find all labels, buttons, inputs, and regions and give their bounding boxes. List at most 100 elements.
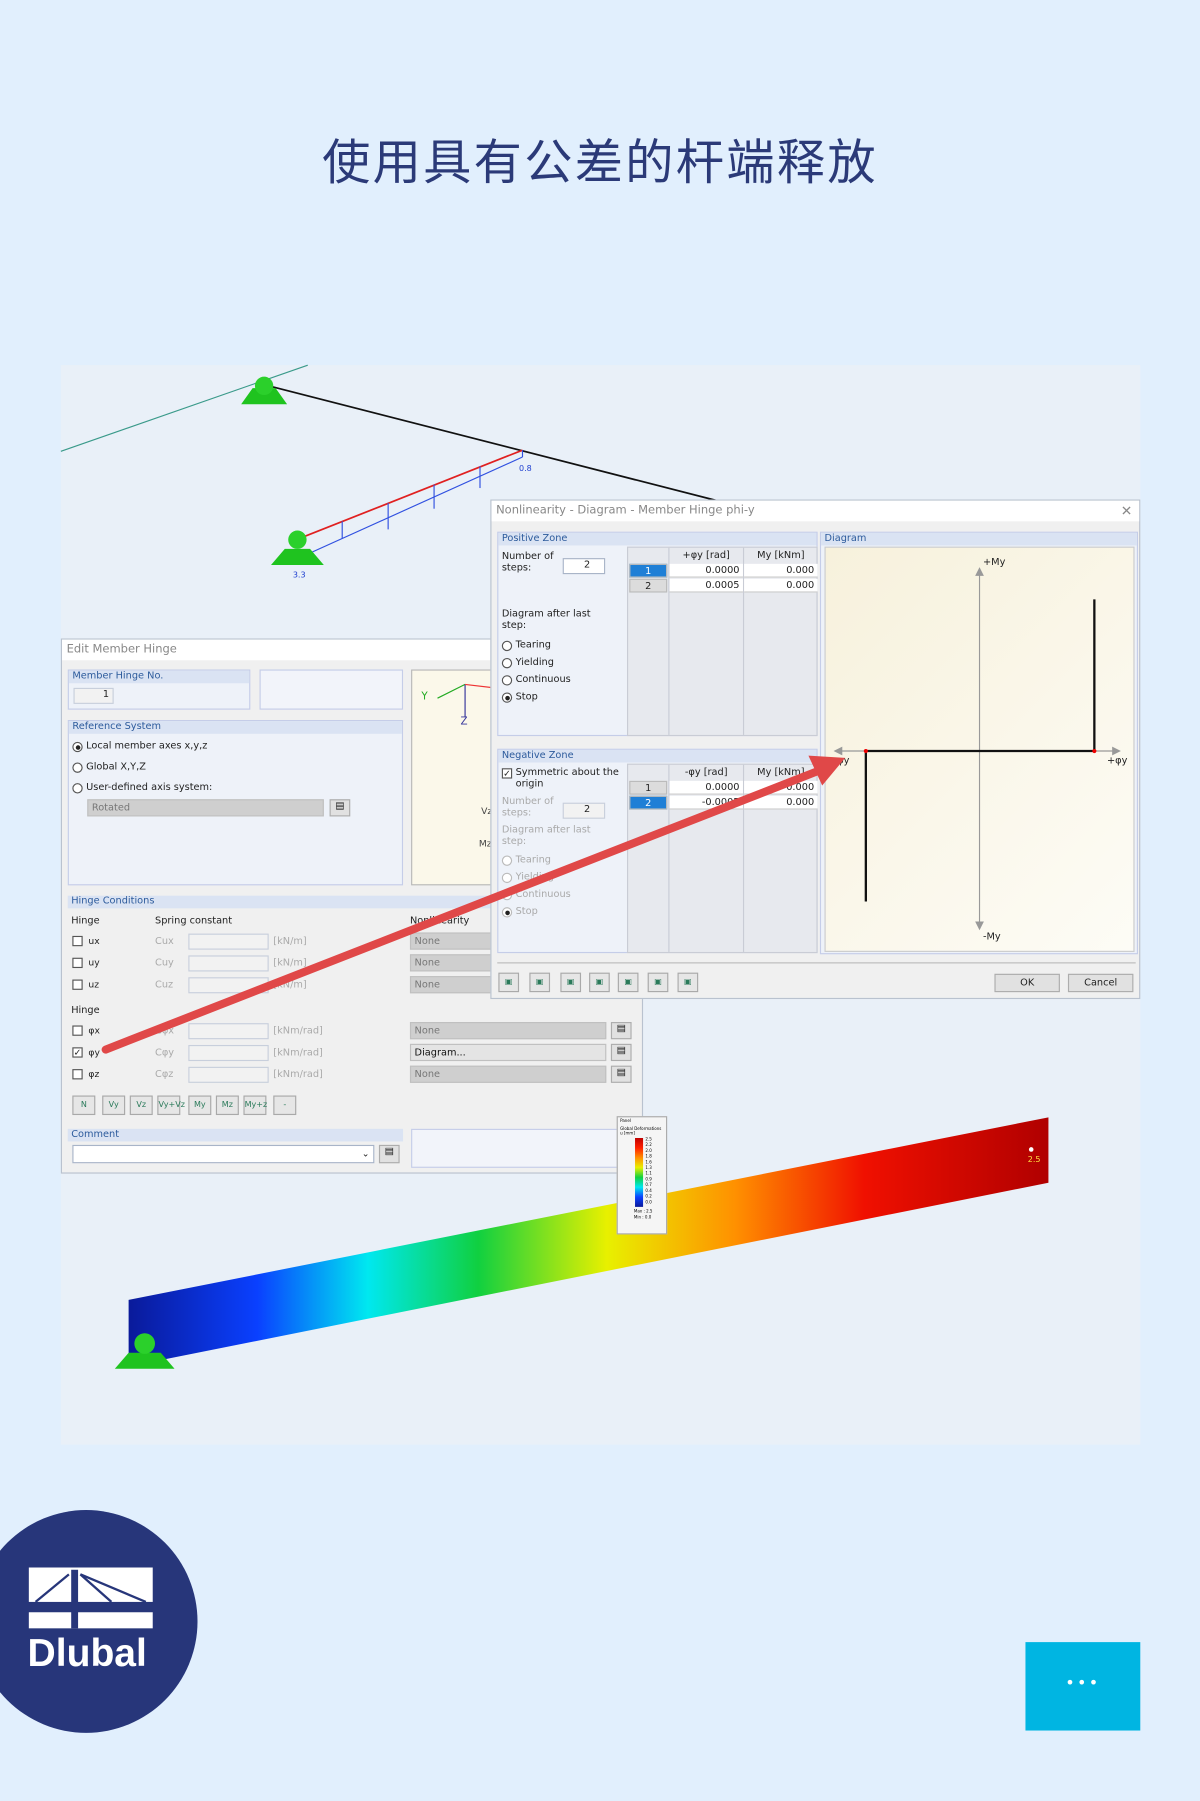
release-preset-button[interactable]: Vz xyxy=(129,1095,153,1116)
release-preset-button[interactable]: N xyxy=(72,1095,96,1116)
hinge-checkbox[interactable] xyxy=(72,957,83,969)
phi-cell[interactable]: 0.0000 xyxy=(669,563,743,578)
spring-constant-input[interactable] xyxy=(188,933,269,950)
group-header: Negative Zone xyxy=(498,749,817,763)
dof-label: φz xyxy=(88,1069,100,1080)
row-number[interactable]: 2 xyxy=(629,795,668,810)
save-button[interactable]: ▣ xyxy=(589,972,610,993)
comment-input[interactable] xyxy=(72,1144,375,1164)
release-preset-button[interactable]: Vy xyxy=(102,1095,126,1116)
spring-constant-input[interactable] xyxy=(188,1023,269,1040)
nonlinearity-dropdown[interactable]: None xyxy=(409,1022,607,1040)
radio-local-axes[interactable] xyxy=(72,741,83,753)
scale-value: 1.1 xyxy=(645,1171,652,1176)
release-preset-button[interactable]: Mz xyxy=(215,1095,239,1116)
release-preset-button[interactable]: Vy+Vz xyxy=(157,1095,185,1116)
edit-nonlinearity-button[interactable]: ▤ xyxy=(610,1043,632,1062)
column-label: Spring constant xyxy=(155,915,233,927)
group-header: Positive Zone xyxy=(498,532,817,546)
row-number[interactable]: 1 xyxy=(629,563,668,578)
unit-label: [kN/m] xyxy=(273,935,307,948)
row-number[interactable]: 1 xyxy=(629,780,668,795)
spring-constant-input[interactable] xyxy=(188,977,269,994)
moment-cell[interactable]: 0.000 xyxy=(744,780,818,795)
blank-panel xyxy=(411,1128,639,1168)
radio-continuous[interactable] xyxy=(501,675,513,686)
edit-nonlinearity-button[interactable]: ▤ xyxy=(610,1065,632,1083)
results-panel: Panel Global Deformations u [mm] 2.5 2.2 2… xyxy=(616,1116,668,1235)
import-excel-button[interactable]: ▣ xyxy=(647,972,669,993)
steps-spinner[interactable]: 2 xyxy=(562,558,606,575)
spring-constant-input[interactable] xyxy=(188,1044,269,1062)
nonlinearity-dropdown[interactable]: None xyxy=(409,1065,607,1083)
radio-label: Continuous xyxy=(515,674,571,686)
axis-label: +My xyxy=(982,556,1006,569)
positive-zone-group: Positive Zone Number of steps: 2 Diagram … xyxy=(497,531,818,737)
steps-label: Number of steps: xyxy=(501,551,554,575)
moment-cell[interactable]: 0.000 xyxy=(744,563,818,578)
radio-stop[interactable] xyxy=(501,907,513,918)
help-button[interactable]: ▣ xyxy=(498,972,520,993)
edit-nonlinearity-button[interactable]: ▤ xyxy=(610,1022,632,1040)
spring-constant-input[interactable] xyxy=(188,1066,269,1083)
cancel-button[interactable]: Cancel xyxy=(1067,973,1134,993)
moment-cell[interactable]: 0.000 xyxy=(744,795,818,810)
release-preset-button[interactable]: My+z xyxy=(243,1095,267,1116)
calculator-button[interactable]: ▣ xyxy=(677,972,699,993)
open-button[interactable]: ▣ xyxy=(560,972,582,993)
export-excel-button[interactable]: ▣ xyxy=(617,972,639,993)
radio-yielding[interactable] xyxy=(501,872,513,884)
radio-user-axes[interactable] xyxy=(72,783,83,794)
hinge-checkbox[interactable] xyxy=(72,935,83,947)
hinge-checkbox[interactable] xyxy=(72,1025,83,1036)
row-number[interactable]: 2 xyxy=(629,578,668,593)
radio-global-axes[interactable] xyxy=(72,762,83,773)
phi-cell[interactable]: 0.0005 xyxy=(669,578,743,593)
phi-cell[interactable]: 0.0000 xyxy=(669,780,743,795)
axis-system-dropdown[interactable]: Rotated xyxy=(87,799,324,817)
edit-axis-button[interactable]: ▤ xyxy=(329,799,351,817)
radio-tearing[interactable] xyxy=(501,855,513,866)
moment-cell[interactable]: 0.000 xyxy=(744,578,818,593)
chevron-down-icon[interactable]: ⌄ xyxy=(362,1148,370,1158)
radio-label: Local member axes x,y,z xyxy=(86,740,208,753)
radio-label: Continuous xyxy=(515,888,571,901)
radio-yielding[interactable] xyxy=(501,657,513,669)
radio-tearing[interactable] xyxy=(501,640,513,652)
radio-continuous[interactable] xyxy=(501,889,513,901)
table-values-button[interactable]: ▣ xyxy=(529,972,551,993)
close-icon[interactable]: ✕ xyxy=(1121,503,1133,519)
hinge-no-field[interactable]: 1 xyxy=(73,687,114,704)
phi-cell[interactable]: -0.0005 xyxy=(669,795,743,810)
release-preset-button[interactable]: - xyxy=(273,1095,297,1116)
comment-library-button[interactable]: ▤ xyxy=(378,1144,400,1164)
positive-table: +φy [rad] My [kNm] 1 0.0000 0.000 2 0.0005… xyxy=(626,546,818,737)
symmetric-checkbox[interactable]: ✓ xyxy=(501,768,513,779)
column-label: Nonlinearity xyxy=(409,915,470,927)
negative-zone-group: Negative Zone ✓ Symmetric about the origi… xyxy=(497,748,818,954)
column-header: My [kNm] xyxy=(757,767,805,779)
after-step-label: Diagram after last step: xyxy=(501,608,591,632)
steps-spinner[interactable]: 2 xyxy=(562,802,606,819)
scale-value: 2.0 xyxy=(645,1148,652,1153)
scale-value: 2.2 xyxy=(645,1142,652,1148)
hinge-checkbox[interactable] xyxy=(72,979,83,990)
panel-title: Panel xyxy=(620,1118,631,1124)
column-header: -φy [rad] xyxy=(684,767,728,779)
radio-stop[interactable] xyxy=(501,692,513,703)
spring-constant-input[interactable] xyxy=(188,955,269,972)
dof-label: φx xyxy=(88,1025,100,1036)
more-button[interactable]: ••• xyxy=(1025,1642,1141,1731)
dialog-title: Nonlinearity - Diagram - Member Hinge ph… xyxy=(491,500,1140,522)
release-preset-button[interactable]: My xyxy=(188,1095,212,1116)
support-icon xyxy=(271,548,324,565)
ok-button[interactable]: OK xyxy=(994,973,1060,993)
nonlinearity-dropdown[interactable]: Diagram... xyxy=(409,1043,607,1062)
hinge-checkbox[interactable] xyxy=(72,1069,83,1080)
spring-label: Cuz xyxy=(155,979,174,992)
checkbox-label: Symmetric about the origin xyxy=(515,767,619,791)
hinge-checkbox[interactable]: ✓ xyxy=(72,1047,83,1058)
hinge-preview: Y Z Vz Mz xyxy=(411,669,505,886)
logo-text: Dlubal xyxy=(27,1631,147,1676)
spring-label: Cuy xyxy=(155,957,174,970)
